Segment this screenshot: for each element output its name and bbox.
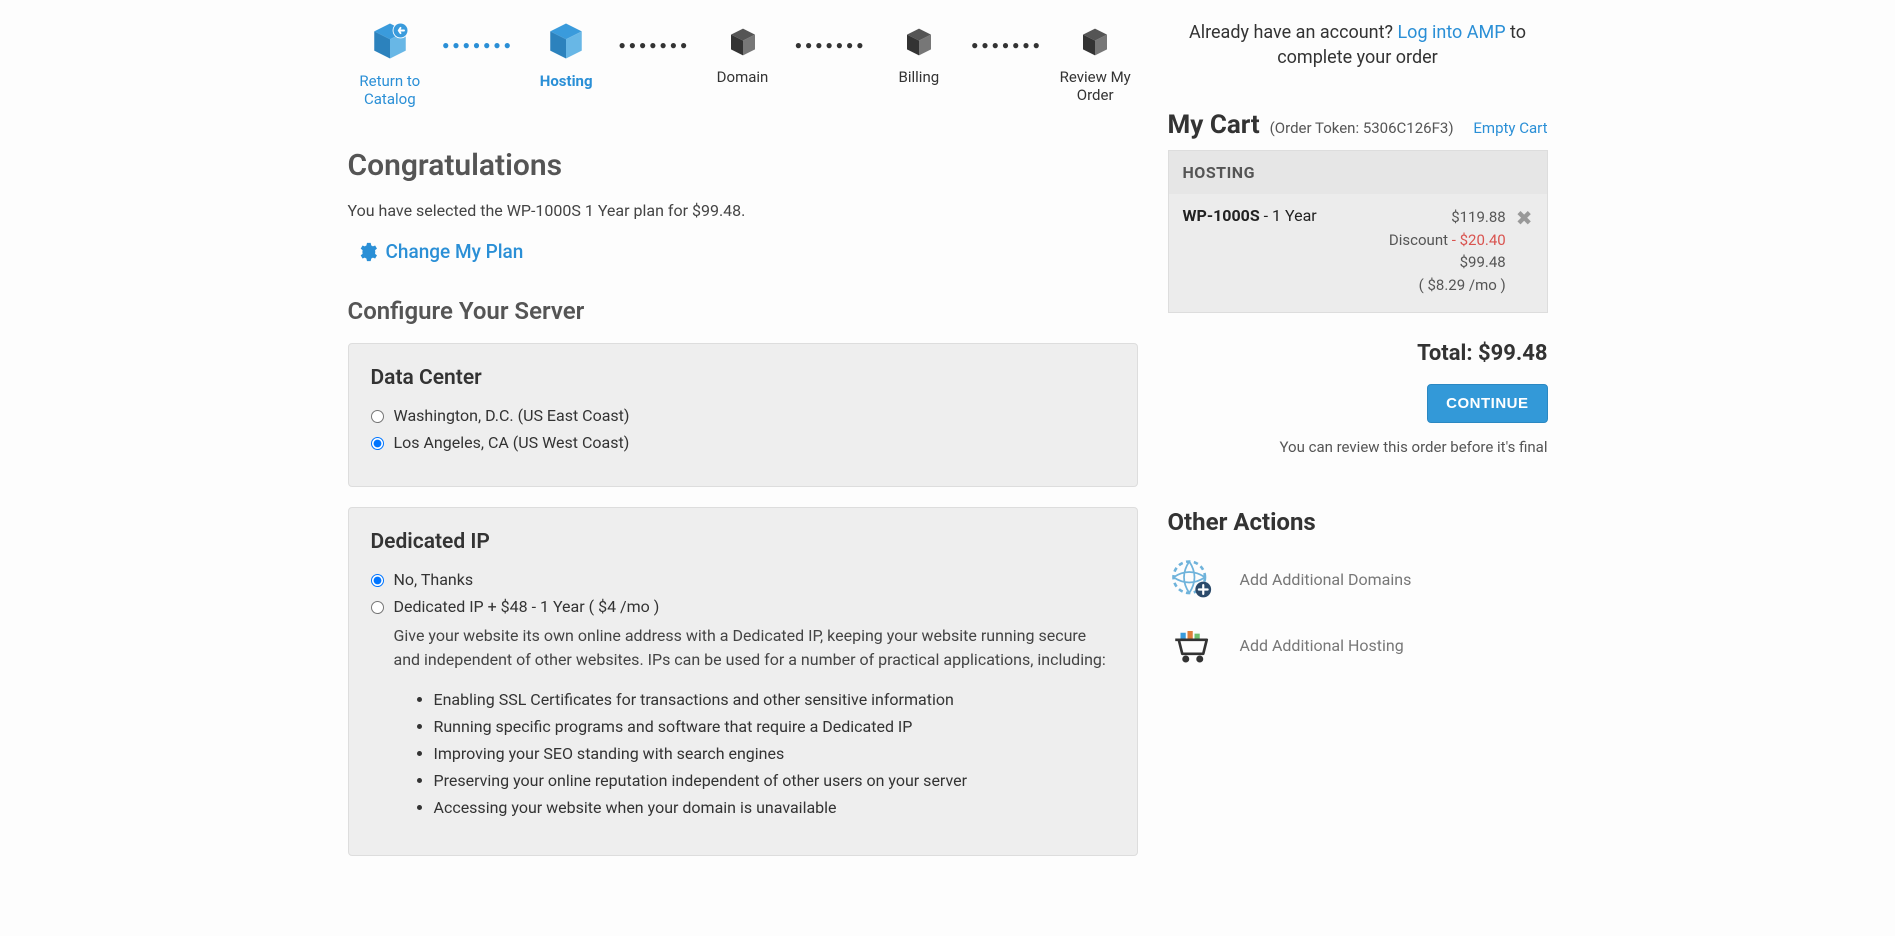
step-return-to-catalog[interactable]: Return to Catalog xyxy=(348,20,433,108)
remove-item-icon[interactable]: ✖ xyxy=(1516,206,1533,296)
ip-option-label: No, Thanks xyxy=(394,570,1115,589)
review-note: You can review this order before it's fi… xyxy=(1168,437,1548,458)
ip-bullet: Enabling SSL Certificates for transactio… xyxy=(434,686,1115,713)
cart-item-prices: $119.88 Discount - $20.40 $99.48 ( $8.29… xyxy=(1389,206,1506,296)
ip-bullet: Accessing your website when your domain … xyxy=(434,794,1115,821)
discount-label: Discount xyxy=(1389,231,1452,249)
empty-cart-link[interactable]: Empty Cart xyxy=(1473,119,1547,137)
other-actions: Other Actions Add Additional Domains xyxy=(1168,508,1548,668)
cart-item-plan: WP-1000S xyxy=(1183,206,1260,225)
ip-option-no[interactable]: No, Thanks xyxy=(371,570,1115,589)
step-label: Billing xyxy=(899,68,940,86)
change-plan-link[interactable]: Change My Plan xyxy=(356,240,524,263)
shopping-cart-icon xyxy=(1168,622,1214,668)
cart-box: HOSTING WP-1000S - 1 Year $119.88 Discou… xyxy=(1168,150,1548,313)
add-domains-action[interactable]: Add Additional Domains xyxy=(1168,556,1548,602)
stepper-dots: ●●●●●●● xyxy=(442,38,514,52)
cart-item-list-price: $119.88 xyxy=(1389,206,1506,229)
datacenter-option-label: Los Angeles, CA (US West Coast) xyxy=(394,433,1115,452)
cart-title: My Cart xyxy=(1168,110,1260,140)
account-prompt-prefix: Already have an account? xyxy=(1189,22,1398,43)
configure-heading: Configure Your Server xyxy=(348,297,1138,325)
ip-bullet: Running specific programs and software t… xyxy=(434,713,1115,740)
ip-option-label: Dedicated IP + $48 - 1 Year ( $4 /mo ) xyxy=(394,597,1115,616)
step-hosting: Hosting xyxy=(524,20,609,90)
cart-item-term: - 1 Year xyxy=(1260,206,1317,225)
step-label: Domain xyxy=(717,68,769,86)
cart-item: WP-1000S - 1 Year $119.88 Discount - $20… xyxy=(1169,194,1547,312)
other-actions-heading: Other Actions xyxy=(1168,508,1548,536)
datacenter-heading: Data Center xyxy=(371,366,1115,390)
radio-input[interactable] xyxy=(371,574,384,587)
gear-icon xyxy=(356,241,378,263)
radio-input[interactable] xyxy=(371,437,384,450)
cube-icon xyxy=(903,26,935,58)
cart-item-discount: Discount - $20.40 xyxy=(1389,229,1506,252)
cart-total-label: Total: xyxy=(1417,341,1478,366)
cart-item-subtotal: $99.48 xyxy=(1389,251,1506,274)
radio-input[interactable] xyxy=(371,601,384,614)
datacenter-option-east[interactable]: Washington, D.C. (US East Coast) xyxy=(371,406,1115,425)
step-domain[interactable]: Domain xyxy=(700,20,785,86)
ip-bullet: Improving your SEO standing with search … xyxy=(434,740,1115,767)
datacenter-box: Data Center Washington, D.C. (US East Co… xyxy=(348,343,1138,487)
stepper-dots: ●●●●●●● xyxy=(971,38,1043,52)
cart-header: My Cart (Order Token: 5306C126F3) Empty … xyxy=(1168,110,1548,140)
step-billing[interactable]: Billing xyxy=(877,20,962,86)
dedicated-ip-box: Dedicated IP No, Thanks Dedicated IP + $… xyxy=(348,507,1138,857)
ip-bullet: Preserving your online reputation indepe… xyxy=(434,767,1115,794)
add-hosting-action[interactable]: Add Additional Hosting xyxy=(1168,622,1548,668)
radio-input[interactable] xyxy=(371,410,384,423)
stepper-dots: ●●●●●●● xyxy=(618,38,690,52)
datacenter-option-west[interactable]: Los Angeles, CA (US West Coast) xyxy=(371,433,1115,452)
ip-bullet-list: Enabling SSL Certificates for transactio… xyxy=(434,686,1115,822)
cart-total: Total: $99.48 xyxy=(1168,341,1548,366)
cart-item-monthly: ( $8.29 /mo ) xyxy=(1389,274,1506,297)
congrats-heading: Congratulations xyxy=(348,148,1138,183)
change-plan-label: Change My Plan xyxy=(386,240,524,263)
account-prompt: Already have an account? Log into AMP to… xyxy=(1168,20,1548,70)
cube-icon xyxy=(1079,26,1111,58)
cart-token: (Order Token: 5306C126F3) xyxy=(1270,119,1454,137)
cart-section-hosting: HOSTING xyxy=(1169,151,1547,194)
stepper-dots: ●●●●●●● xyxy=(795,38,867,52)
continue-button[interactable]: CONTINUE xyxy=(1427,384,1547,423)
step-label: Return to Catalog xyxy=(348,72,433,108)
cart-total-value: $99.48 xyxy=(1478,341,1548,366)
globe-plus-icon xyxy=(1168,556,1214,602)
ip-option-paid[interactable]: Dedicated IP + $48 - 1 Year ( $4 /mo ) G… xyxy=(371,597,1115,822)
add-hosting-label: Add Additional Hosting xyxy=(1240,636,1404,655)
datacenter-option-label: Washington, D.C. (US East Coast) xyxy=(394,406,1115,425)
login-amp-link[interactable]: Log into AMP xyxy=(1397,22,1505,43)
step-label: Hosting xyxy=(540,72,593,90)
cube-back-icon xyxy=(369,20,411,62)
cube-icon xyxy=(545,20,587,62)
cube-icon xyxy=(727,26,759,58)
step-label: Review My Order xyxy=(1053,68,1138,104)
ip-description: Give your website its own online address… xyxy=(394,624,1115,672)
add-domains-label: Add Additional Domains xyxy=(1240,570,1412,589)
checkout-stepper: Return to Catalog ●●●●●●● Hosting ●●●●●●… xyxy=(348,20,1138,108)
step-review[interactable]: Review My Order xyxy=(1053,20,1138,104)
cart-item-name: WP-1000S - 1 Year xyxy=(1183,206,1379,296)
dedicated-ip-heading: Dedicated IP xyxy=(371,530,1115,554)
discount-amount: - $20.40 xyxy=(1452,231,1506,249)
selected-plan-text: You have selected the WP-1000S 1 Year pl… xyxy=(348,201,1138,220)
